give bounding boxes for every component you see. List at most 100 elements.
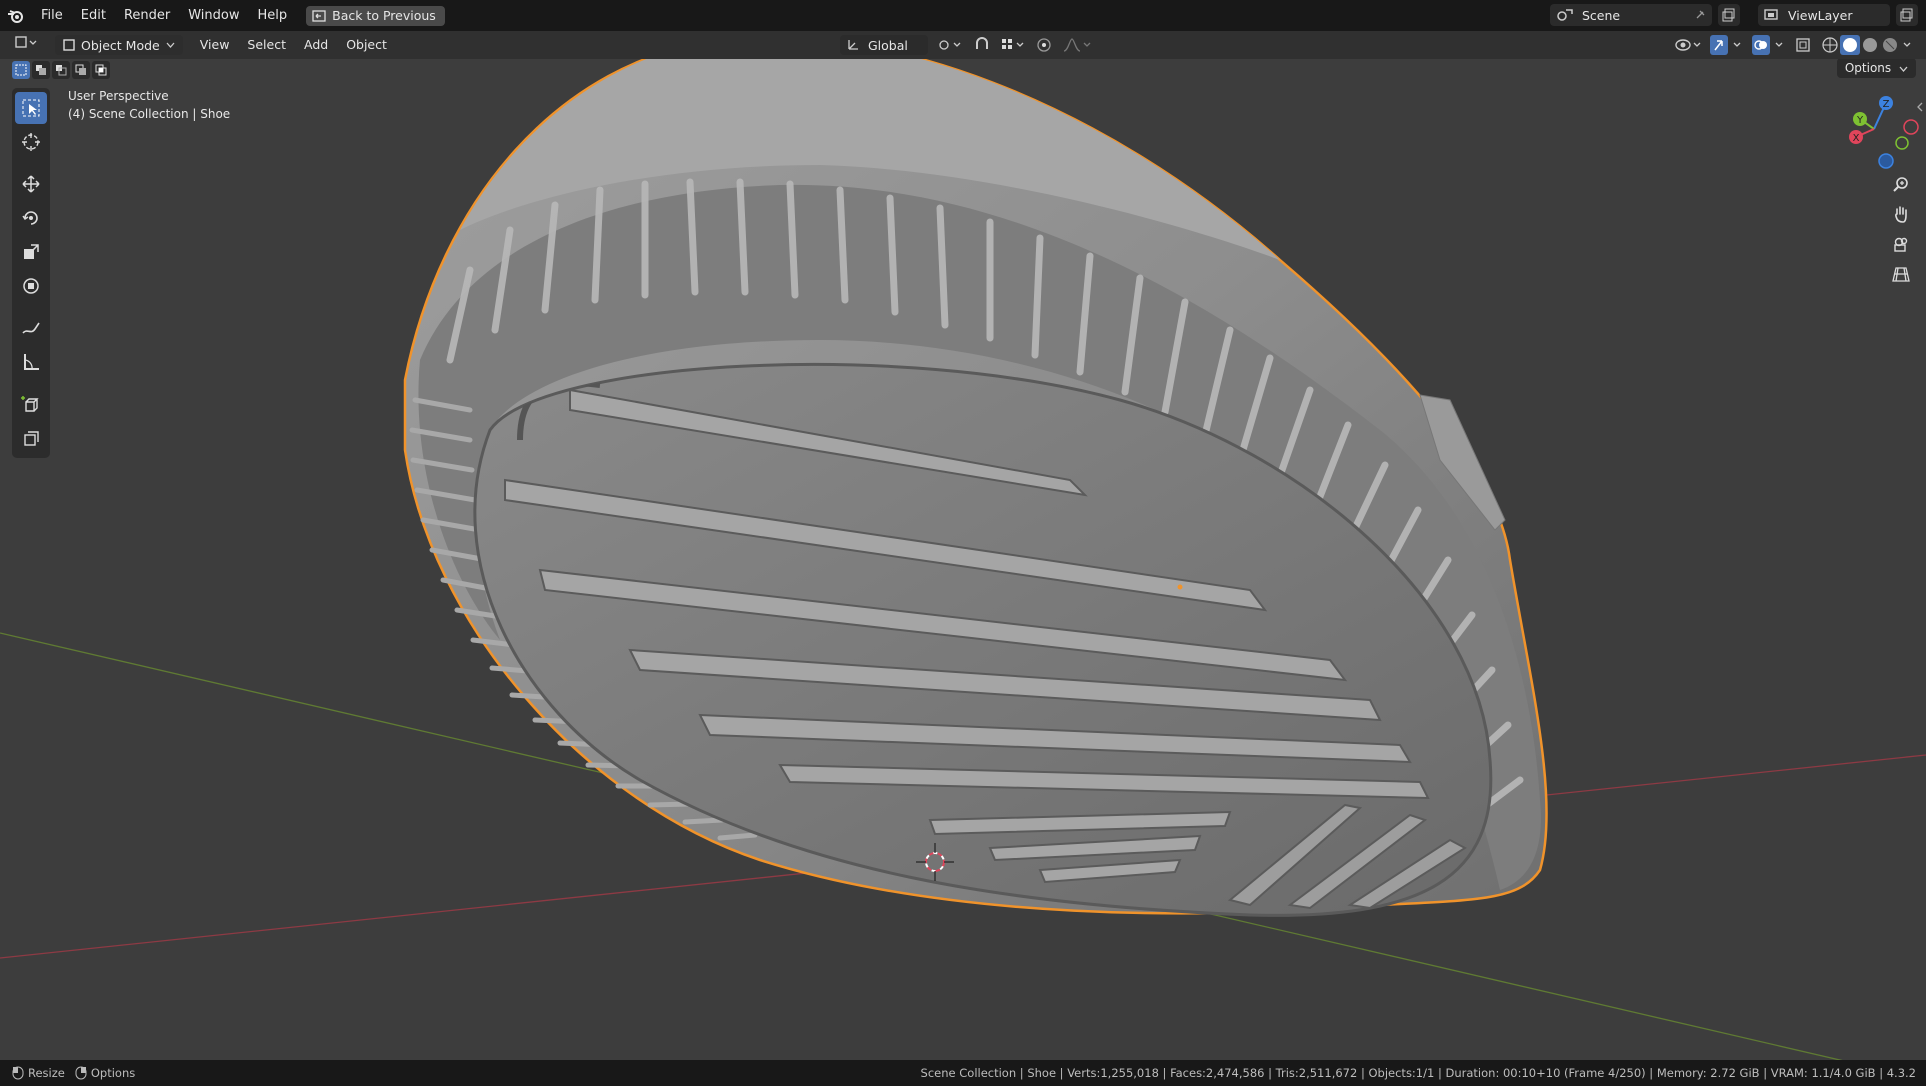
options-label: Options [1844, 61, 1892, 75]
tool-shelf [12, 88, 50, 458]
scale-icon [24, 244, 39, 259]
orientation-dropdown[interactable]: Global [840, 35, 928, 55]
selection-mode-buttons [12, 61, 110, 79]
3d-viewport[interactable]: User Perspective (4) Scene Collection | … [0, 59, 1926, 1060]
scene-name: Scene [1582, 7, 1621, 23]
grid-icon [1892, 267, 1910, 282]
editor-type-button[interactable] [0, 31, 47, 59]
viewport-shading-controls [1674, 35, 1916, 55]
add-object-icon [24, 431, 39, 446]
zoom-icon [1893, 177, 1908, 192]
back-icon [312, 9, 326, 22]
gizmo-x-positive[interactable] [1903, 119, 1919, 135]
status-options-label: Options [90, 1066, 136, 1080]
back-to-previous-button[interactable]: Back to Previous [306, 5, 445, 26]
select-invert-icon [75, 64, 86, 75]
camera-view-button[interactable] [1888, 231, 1914, 257]
gizmo-x-label: X [1853, 133, 1860, 144]
options-dropdown[interactable]: Options [1836, 59, 1916, 78]
menu-object[interactable]: Object [337, 31, 396, 59]
move-tool[interactable] [15, 168, 47, 200]
pan-button[interactable] [1888, 201, 1914, 227]
mouse-left-icon [12, 1066, 24, 1080]
shading-modes-icon[interactable] [1820, 35, 1916, 55]
status-options: Options [75, 1066, 135, 1080]
object-mode-label: Object Mode [81, 37, 160, 53]
proportional-editing-icon[interactable] [1036, 37, 1052, 53]
transform-tool[interactable] [15, 270, 47, 302]
zoom-button[interactable] [1888, 171, 1914, 197]
annotate-icon [22, 322, 40, 334]
select-subtract-button[interactable] [52, 61, 70, 79]
viewlayer-selector[interactable]: ViewLayer [1758, 4, 1890, 26]
gizmo-z-negative[interactable] [1878, 153, 1894, 169]
menu-help[interactable]: Help [249, 0, 297, 31]
menu-file[interactable]: File [32, 0, 72, 31]
select-new-button[interactable] [12, 61, 30, 79]
snap-grid-icon[interactable] [1000, 37, 1026, 53]
viewport-collection-label: (4) Scene Collection | Shoe [68, 107, 231, 121]
select-intersect-button[interactable] [92, 61, 110, 79]
navigation-gizmo[interactable]: X Y Z [1840, 91, 1920, 171]
measure-icon [24, 354, 39, 370]
perspective-toggle-button[interactable] [1888, 261, 1914, 287]
menu-add[interactable]: Add [295, 31, 337, 59]
add-object-tool[interactable] [15, 422, 47, 454]
mouse-right-icon [75, 1066, 87, 1080]
select-intersect-icon [95, 64, 107, 76]
menu-window[interactable]: Window [179, 0, 248, 31]
select-box-tool[interactable] [15, 92, 47, 124]
scale-tool[interactable] [15, 236, 47, 268]
select-extend-icon [36, 65, 46, 75]
view-layer-icon [1764, 9, 1778, 20]
chevron-left-icon [1917, 102, 1923, 112]
transform-tools: Global [840, 35, 1092, 55]
copy-icon [1722, 8, 1735, 22]
add-cube-tool[interactable] [15, 388, 47, 420]
pin-icon[interactable] [1694, 9, 1706, 21]
move-icon [22, 175, 40, 193]
add-cube-icon [21, 396, 39, 412]
rotate-icon [22, 211, 38, 225]
overlays-icon[interactable] [1752, 35, 1786, 55]
gizmo-z-label: Z [1883, 99, 1890, 110]
gizmo-y-label: Y [1856, 115, 1864, 126]
viewport-scene[interactable] [0, 59, 1926, 1060]
copy-icon [1900, 8, 1913, 22]
object-mode-icon [63, 39, 75, 51]
menu-edit[interactable]: Edit [72, 0, 115, 31]
sidebar-toggle[interactable] [1916, 99, 1924, 113]
select-invert-button[interactable] [72, 61, 90, 79]
scene-icon [1557, 9, 1573, 21]
blender-logo-icon[interactable] [0, 0, 32, 31]
pivot-icon[interactable] [938, 37, 964, 53]
object-origin-dot [1177, 584, 1183, 590]
rotate-tool[interactable] [15, 202, 47, 234]
new-viewlayer-button[interactable] [1896, 4, 1918, 26]
menu-select[interactable]: Select [238, 31, 295, 59]
visibility-icon[interactable] [1674, 36, 1702, 54]
select-extend-button[interactable] [32, 61, 50, 79]
orientation-label: Global [868, 37, 908, 53]
transform-icon [23, 278, 39, 294]
viewport-perspective-label: User Perspective [68, 89, 169, 103]
measure-tool[interactable] [15, 346, 47, 378]
status-resize-label: Resize [28, 1066, 65, 1080]
menu-view[interactable]: View [191, 31, 239, 59]
snap-icon[interactable] [974, 37, 990, 53]
cursor-icon [22, 133, 40, 151]
new-scene-button[interactable] [1718, 4, 1740, 26]
cursor-tool[interactable] [15, 126, 47, 158]
gizmo-toggle-icon[interactable] [1710, 35, 1744, 55]
falloff-icon[interactable] [1062, 37, 1092, 53]
status-bar: Resize Options Scene Collection | Shoe |… [0, 1060, 1926, 1086]
annotate-tool[interactable] [15, 312, 47, 344]
status-resize: Resize [12, 1066, 65, 1080]
xray-icon[interactable] [1794, 36, 1812, 54]
object-mode-dropdown[interactable]: Object Mode [55, 35, 183, 55]
menu-render[interactable]: Render [115, 0, 179, 31]
hand-icon [1895, 206, 1907, 223]
scene-selector[interactable]: Scene [1550, 4, 1712, 26]
gizmo-y-negative[interactable] [1895, 136, 1909, 150]
camera-icon [1894, 237, 1908, 252]
